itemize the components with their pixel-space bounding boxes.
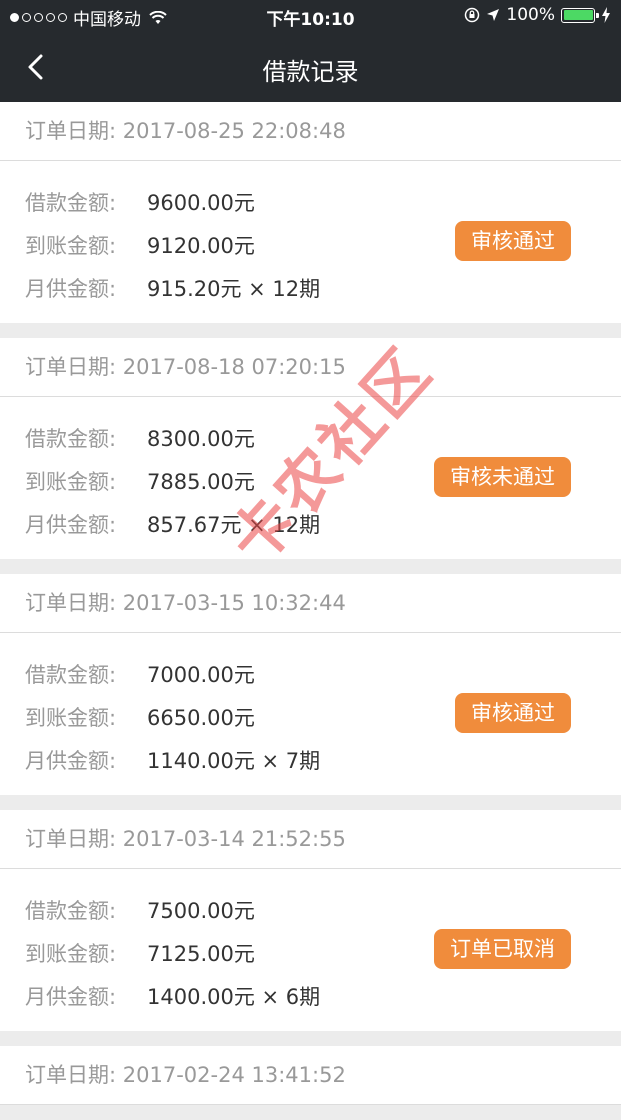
order-date-label: 订单日期: [25,1063,117,1087]
received-amount-value: 9120.00元 [147,234,255,258]
order-date-value: 2017-03-15 10:32:44 [122,591,346,615]
order-date-value: 2017-08-18 07:20:15 [122,355,346,379]
order-date-value: 2017-02-24 13:41:52 [122,1063,346,1087]
monthly-payment-label: 月供金额: [25,277,117,301]
status-badge: 订单已取消 [434,929,571,969]
order-date-row: 订单日期: 2017-03-15 10:32:44 [0,574,621,633]
loan-amount-value: 7500.00元 [147,899,255,923]
monthly-payment-row: 月供金额: 915.20元 × 12期 [25,273,320,303]
location-icon [487,9,500,21]
monthly-payment-label: 月供金额: [25,513,117,537]
monthly-payment-row: 月供金额: 1140.00元 × 7期 [25,745,320,775]
order-date-row: 订单日期: 2017-03-14 21:52:55 [0,810,621,869]
order-date-value: 2017-08-25 22:08:48 [122,119,346,143]
loan-record-card[interactable]: 订单日期: 2017-02-24 13:41:52 [0,1046,621,1105]
loan-amount-value: 8300.00元 [147,427,255,451]
loan-amount-row: 借款金额: 9600.00元 [25,187,255,217]
status-badge: 审核未通过 [434,457,571,497]
received-amount-row: 到账金额: 7125.00元 [25,938,255,968]
status-badge: 审核通过 [455,221,571,261]
monthly-payment-value: 915.20元 × 12期 [147,277,321,301]
received-amount-row: 到账金额: 9120.00元 [25,230,255,260]
battery-icon [561,7,599,23]
received-amount-label: 到账金额: [25,470,117,494]
order-date-label: 订单日期: [25,119,117,143]
loan-amount-row: 借款金额: 7500.00元 [25,895,255,925]
order-date-row: 订单日期: 2017-08-18 07:20:15 [0,338,621,397]
received-amount-label: 到账金额: [25,706,117,730]
order-date-label: 订单日期: [25,355,117,379]
received-amount-row: 到账金额: 6650.00元 [25,702,255,732]
battery-percent: 100% [506,5,555,25]
loan-amount-row: 借款金额: 8300.00元 [25,423,255,453]
loan-amount-label: 借款金额: [25,191,117,215]
loan-amount-label: 借款金额: [25,663,117,687]
order-detail: 借款金额: 7000.00元 到账金额: 6650.00元 月供金额: 1140.00… [0,633,621,795]
monthly-payment-label: 月供金额: [25,985,117,1009]
rotation-lock-icon [465,7,480,23]
order-detail: 借款金额: 7500.00元 到账金额: 7125.00元 月供金额: 1400.00… [0,869,621,1031]
loan-record-card[interactable]: 订单日期: 2017-03-15 10:32:44 借款金额: 7000.00元 … [0,574,621,795]
loan-amount-row: 借款金额: 7000.00元 [25,659,255,689]
received-amount-row: 到账金额: 7885.00元 [25,466,255,496]
order-date-row: 订单日期: 2017-08-25 22:08:48 [0,102,621,161]
received-amount-value: 6650.00元 [147,706,255,730]
monthly-payment-value: 1140.00元 × 7期 [147,749,321,773]
loan-amount-label: 借款金额: [25,427,117,451]
charging-icon [602,7,610,23]
received-amount-value: 7125.00元 [147,942,255,966]
status-bar: 中国移动 下午10:10 100% [0,0,621,32]
monthly-payment-value: 1400.00元 × 6期 [147,985,321,1009]
loan-amount-value: 7000.00元 [147,663,255,687]
loan-record-list: 订单日期: 2017-08-25 22:08:48 借款金额: 9600.00元 … [0,102,621,1120]
order-date-value: 2017-03-14 21:52:55 [122,827,346,851]
order-date-row: 订单日期: 2017-02-24 13:41:52 [0,1046,621,1105]
monthly-payment-row: 月供金额: 1400.00元 × 6期 [25,981,320,1011]
status-right: 100% [464,5,611,25]
loan-amount-value: 9600.00元 [147,191,255,215]
received-amount-label: 到账金额: [25,942,117,966]
received-amount-label: 到账金额: [25,234,117,258]
order-detail: 借款金额: 9600.00元 到账金额: 9120.00元 月供金额: 915.20元… [0,161,621,323]
page-title: 借款记录 [262,58,359,86]
nav-bar: 借款记录 [0,32,621,102]
status-badge: 审核通过 [455,693,571,733]
loan-record-card[interactable]: 订单日期: 2017-03-14 21:52:55 借款金额: 7500.00元 … [0,810,621,1031]
loan-record-card[interactable]: 订单日期: 2017-08-25 22:08:48 借款金额: 9600.00元 … [0,102,621,323]
order-date-label: 订单日期: [25,591,117,615]
order-date-label: 订单日期: [25,827,117,851]
loan-amount-label: 借款金额: [25,899,117,923]
monthly-payment-label: 月供金额: [25,749,117,773]
